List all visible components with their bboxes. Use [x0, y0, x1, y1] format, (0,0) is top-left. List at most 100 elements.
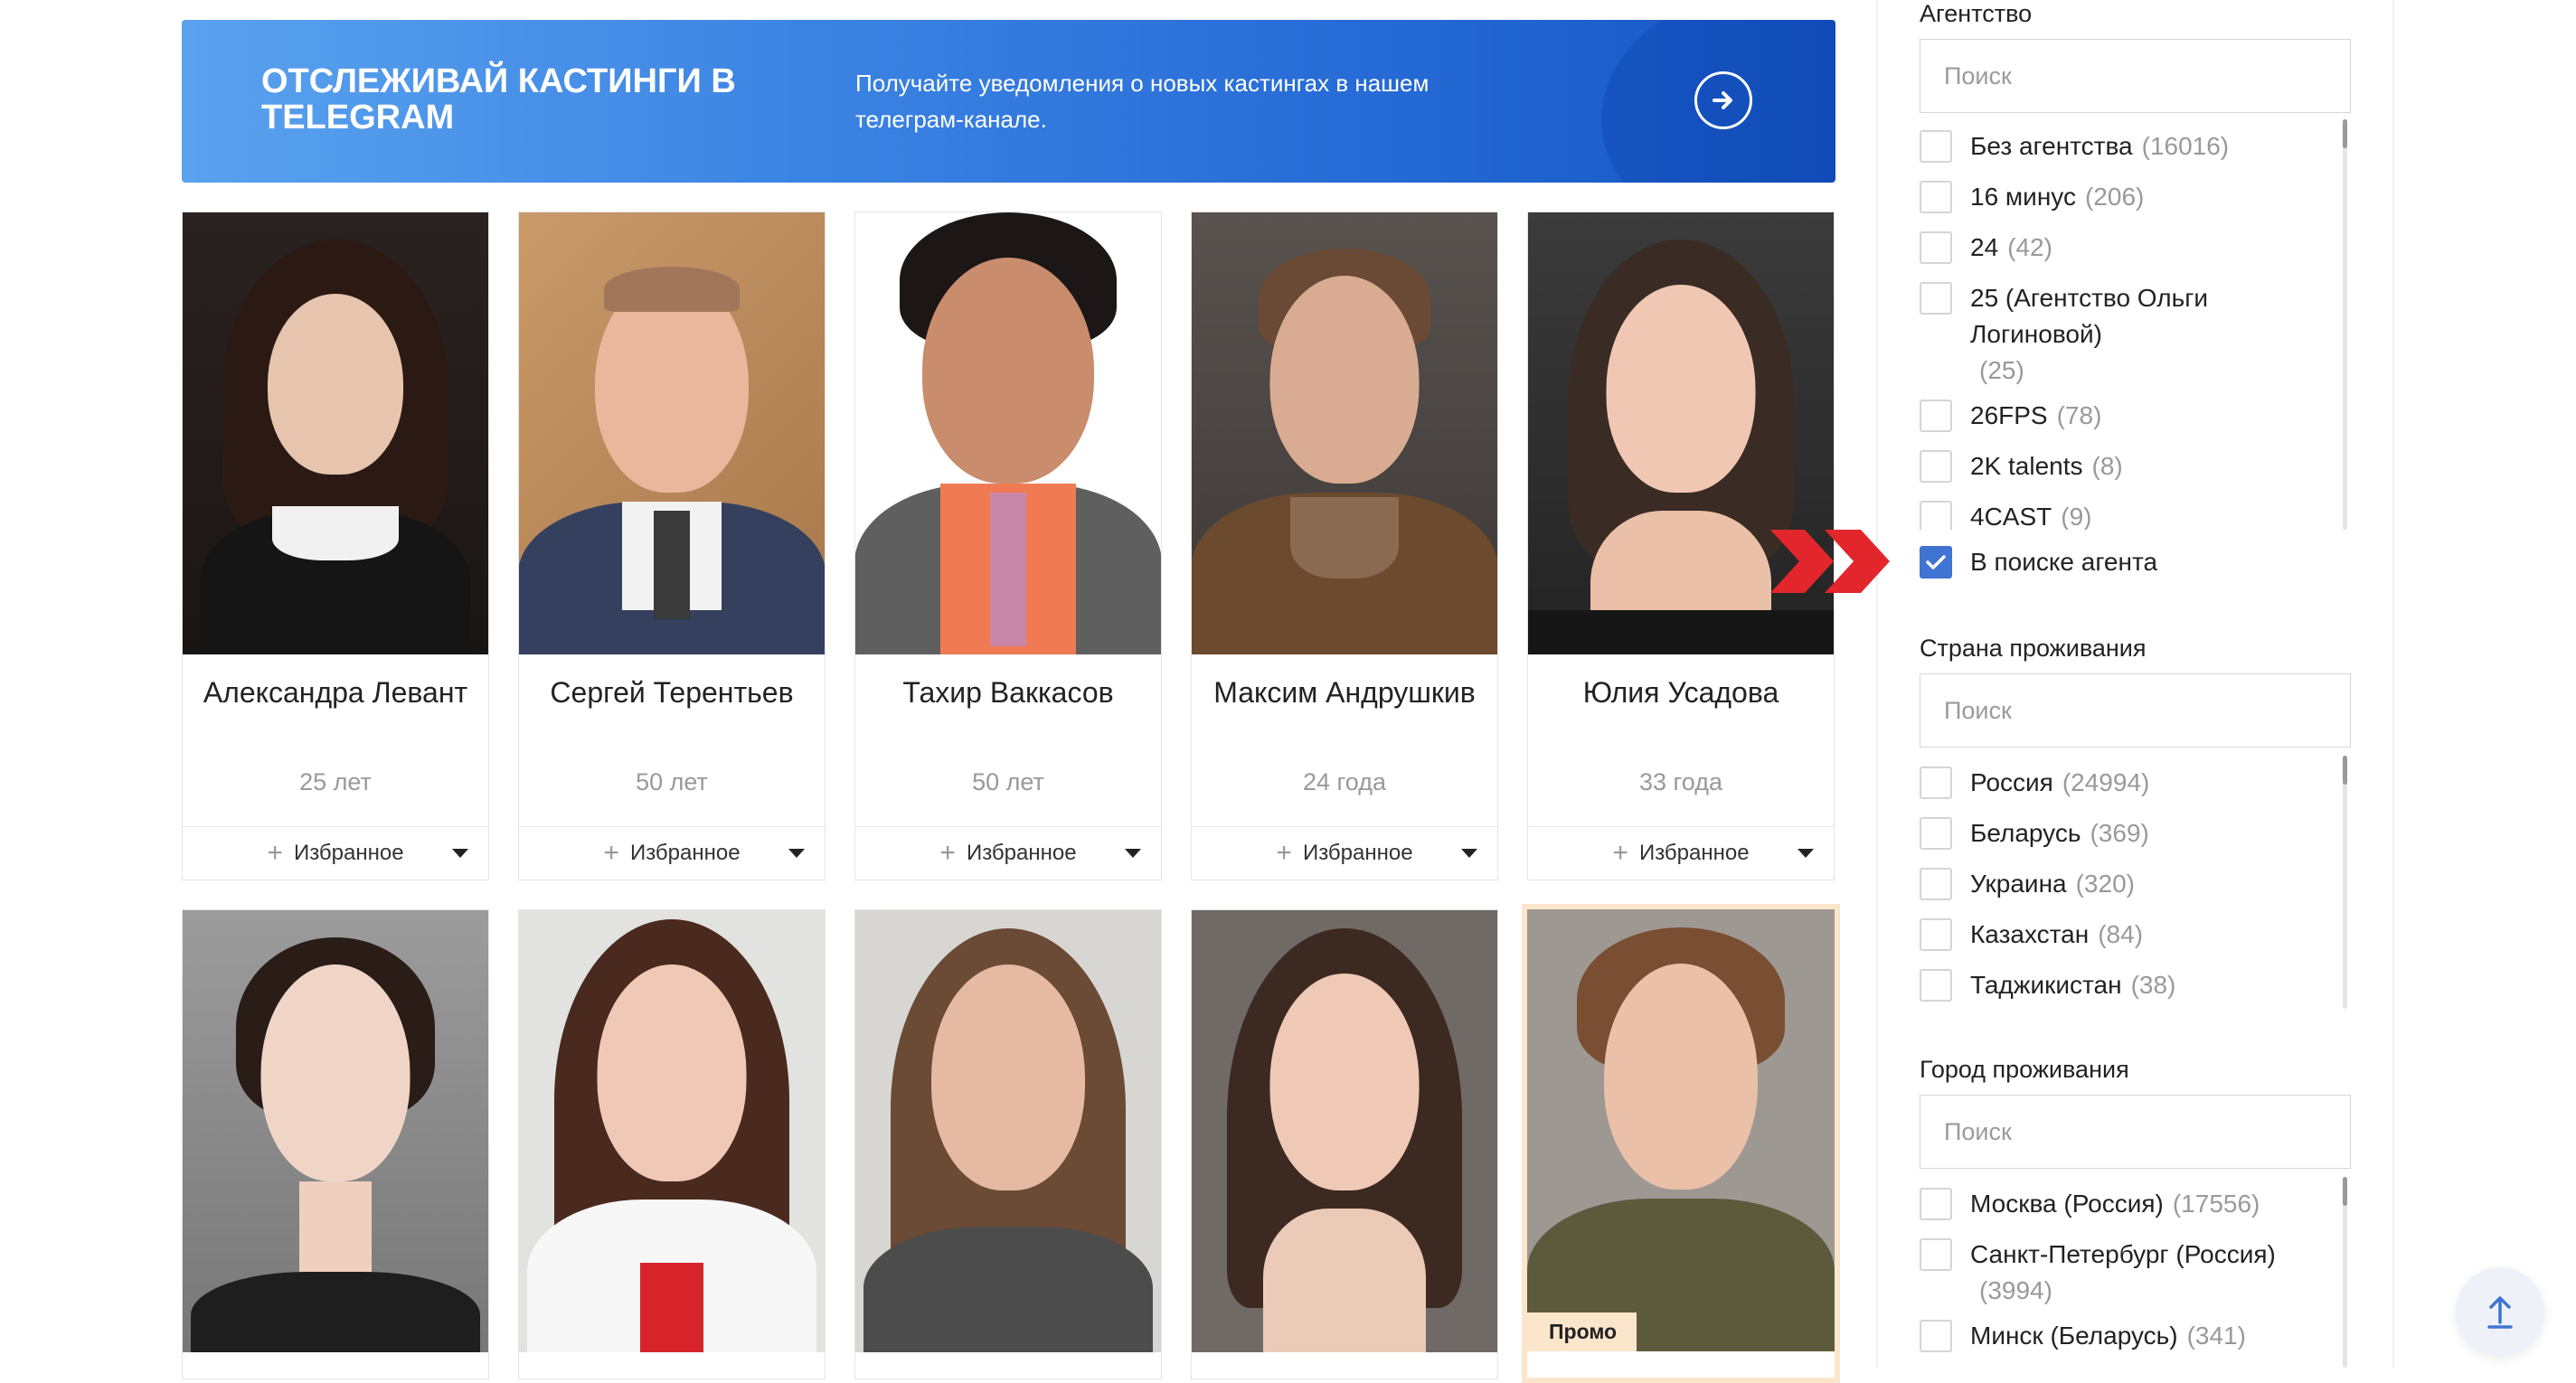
- actor-card[interactable]: [518, 909, 826, 1379]
- favorites-button[interactable]: + Избранное: [183, 826, 488, 880]
- country-search-input[interactable]: Поиск: [1920, 673, 2351, 748]
- option-count: (25): [1979, 356, 2024, 384]
- option-count: (38): [2130, 971, 2176, 999]
- checkbox[interactable]: [1920, 501, 1952, 530]
- actor-card[interactable]: Александра Левант 25 лет + Избранное: [182, 212, 489, 880]
- checkbox[interactable]: [1920, 918, 1952, 951]
- option-count: (17556): [2172, 1190, 2260, 1218]
- favorites-button[interactable]: + Избранное: [1528, 826, 1834, 880]
- country-option[interactable]: Казахстан (84): [1920, 917, 2143, 953]
- agency-option[interactable]: 26FPS (78): [1920, 398, 2101, 434]
- option-label: Москва (Россия): [1970, 1190, 2164, 1218]
- actor-photo[interactable]: [519, 212, 825, 654]
- banner-arrow-button[interactable]: [1694, 71, 1752, 129]
- city-scrollbar[interactable]: [2343, 1177, 2347, 1368]
- chevron-down-icon[interactable]: [1125, 849, 1141, 858]
- plus-icon: +: [1276, 838, 1292, 868]
- favorites-button[interactable]: + Избранное: [519, 826, 825, 880]
- favorites-button[interactable]: + Избранное: [1192, 826, 1497, 880]
- checkbox[interactable]: [1920, 181, 1952, 213]
- checkbox[interactable]: [1920, 1320, 1952, 1352]
- city-filter-title: Город проживания: [1920, 1056, 2129, 1083]
- scroll-thumb[interactable]: [2343, 1177, 2347, 1206]
- option-label: Санкт-Петербург (Россия): [1970, 1240, 2276, 1268]
- checkbox[interactable]: [1920, 231, 1952, 264]
- checkbox[interactable]: [1920, 868, 1952, 900]
- agency-option[interactable]: 16 минус (206): [1920, 179, 2144, 215]
- checkbox[interactable]: [1920, 1188, 1952, 1220]
- favorites-label: Избранное: [629, 841, 741, 865]
- option-count: (16016): [2141, 132, 2230, 160]
- country-option[interactable]: Таджикистан (38): [1920, 967, 2175, 1003]
- agency-option-checked[interactable]: В поиске агента: [1920, 544, 2157, 580]
- scroll-thumb[interactable]: [2343, 756, 2347, 785]
- option-count: (206): [2084, 183, 2145, 211]
- actor-name[interactable]: Александра Левант: [183, 674, 488, 747]
- actor-age: 50 лет: [972, 768, 1044, 795]
- chevron-down-icon[interactable]: [788, 849, 805, 858]
- actor-name[interactable]: Максим Андрушкив: [1192, 674, 1497, 747]
- actor-card[interactable]: [854, 909, 1162, 1379]
- favorites-label: Избранное: [966, 841, 1077, 865]
- country-scrollbar[interactable]: [2343, 756, 2347, 1009]
- sidebar-divider: [1876, 0, 1878, 1368]
- country-option[interactable]: Украина (320): [1920, 866, 2135, 902]
- agency-option[interactable]: 25 (Агентство Ольги Логиновой) (25): [1920, 280, 2317, 389]
- agency-option[interactable]: 2K talents (8): [1920, 448, 2123, 485]
- favorites-button[interactable]: + Избранное: [855, 826, 1161, 880]
- favorites-label: Избранное: [1302, 841, 1413, 865]
- actor-photo[interactable]: [183, 910, 488, 1352]
- plus-icon: +: [603, 838, 619, 868]
- agency-search-input[interactable]: Поиск: [1920, 39, 2351, 113]
- actor-photo[interactable]: [855, 910, 1161, 1352]
- option-label: 16 минус: [1970, 183, 2076, 211]
- checkbox[interactable]: [1920, 817, 1952, 850]
- option-count: (3994): [1979, 1276, 2052, 1304]
- checkbox-checked[interactable]: [1920, 546, 1952, 579]
- scroll-thumb[interactable]: [2343, 119, 2347, 148]
- actor-photo[interactable]: [855, 212, 1161, 654]
- country-option[interactable]: Россия (24994): [1920, 765, 2149, 801]
- agency-scrollbar[interactable]: [2343, 119, 2347, 530]
- actor-photo[interactable]: Промо: [1527, 909, 1835, 1351]
- scroll-to-top-button[interactable]: [2456, 1267, 2544, 1356]
- city-search-input[interactable]: Поиск: [1920, 1095, 2351, 1169]
- promo-badge: Промо: [1527, 1312, 1637, 1351]
- city-option[interactable]: Санкт-Петербург (Россия) (3994): [1920, 1237, 2276, 1309]
- city-option[interactable]: Минск (Беларусь) (341): [1920, 1318, 2246, 1354]
- actor-photo[interactable]: [183, 212, 488, 654]
- actor-age: 33 года: [1639, 768, 1722, 795]
- actor-card-promo[interactable]: Промо: [1522, 904, 1840, 1383]
- agency-option[interactable]: 24 (42): [1920, 230, 2052, 266]
- agency-option[interactable]: Без агентства (16016): [1920, 128, 2229, 165]
- actor-photo[interactable]: [1192, 212, 1497, 654]
- actor-photo[interactable]: [1192, 910, 1497, 1352]
- checkbox[interactable]: [1920, 130, 1952, 163]
- checkbox[interactable]: [1920, 400, 1952, 432]
- checkbox[interactable]: [1920, 450, 1952, 483]
- actor-card[interactable]: Максим Андрушкив 24 года + Избранное: [1191, 212, 1498, 880]
- country-option[interactable]: Беларусь (369): [1920, 815, 2149, 851]
- chevron-down-icon[interactable]: [452, 849, 468, 858]
- actor-card[interactable]: [1191, 909, 1498, 1379]
- actor-card[interactable]: Тахир Ваккасов 50 лет + Избранное: [854, 212, 1162, 880]
- actor-name[interactable]: Сергей Терентьев: [519, 674, 825, 747]
- option-count: (24994): [2062, 768, 2150, 796]
- actor-name[interactable]: Тахир Ваккасов: [855, 674, 1161, 747]
- plus-icon: +: [939, 838, 956, 868]
- favorites-label: Избранное: [293, 841, 404, 865]
- checkbox[interactable]: [1920, 969, 1952, 1002]
- actor-card[interactable]: Сергей Терентьев 50 лет + Избранное: [518, 212, 826, 880]
- actor-age: 25 лет: [299, 768, 372, 795]
- checkbox[interactable]: [1920, 767, 1952, 799]
- checkbox[interactable]: [1920, 1238, 1952, 1271]
- checkbox[interactable]: [1920, 282, 1952, 315]
- agency-option[interactable]: 4CAST (9): [1920, 499, 2091, 530]
- actor-photo[interactable]: [519, 910, 825, 1352]
- actor-card[interactable]: [182, 909, 489, 1379]
- actor-name[interactable]: Юлия Усадова: [1528, 674, 1834, 747]
- city-option[interactable]: Москва (Россия) (17556): [1920, 1186, 2260, 1222]
- chevron-down-icon[interactable]: [1461, 849, 1477, 858]
- chevron-down-icon[interactable]: [1798, 849, 1814, 858]
- telegram-banner[interactable]: ОТСЛЕЖИВАЙ КАСТИНГИ В TELEGRAM Получайте…: [182, 20, 1835, 183]
